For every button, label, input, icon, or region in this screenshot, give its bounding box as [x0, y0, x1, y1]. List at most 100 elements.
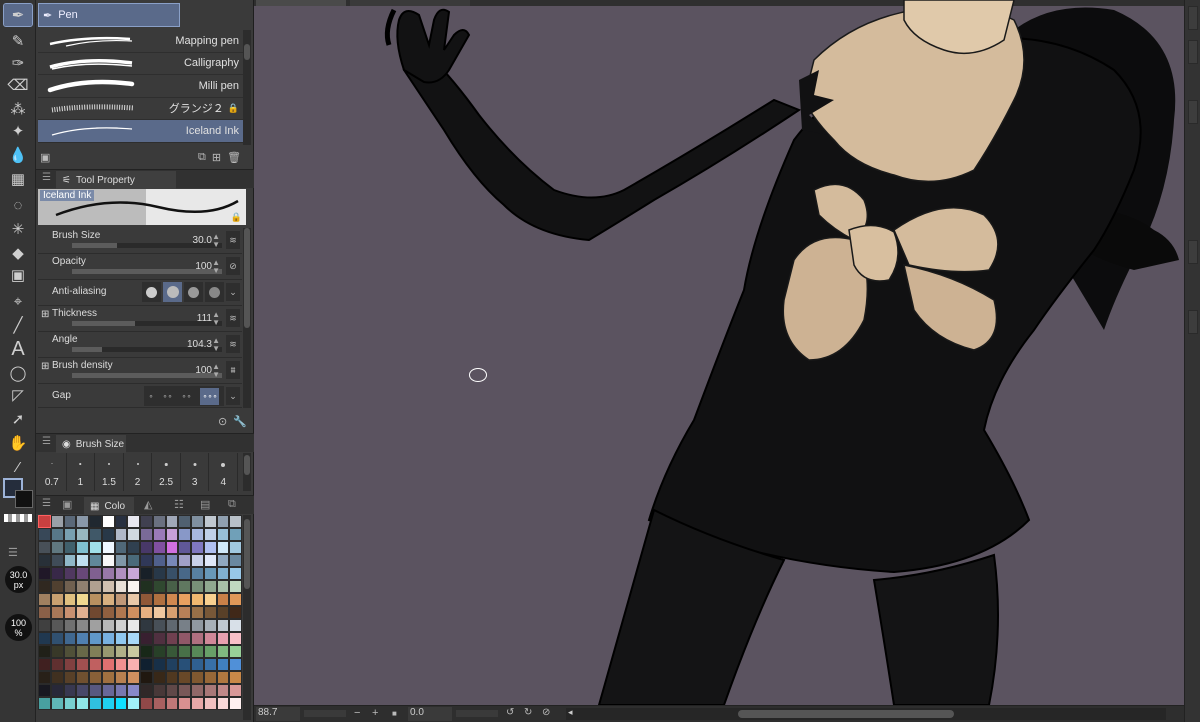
- dynamics-button[interactable]: ≋: [226, 309, 240, 327]
- brush-size-preset[interactable]: 1.5: [95, 453, 124, 491]
- color-swatch[interactable]: [152, 632, 166, 645]
- color-swatch[interactable]: [63, 606, 77, 619]
- color-swatch[interactable]: [114, 658, 128, 671]
- color-swatch[interactable]: [50, 606, 64, 619]
- color-swatch[interactable]: [127, 632, 140, 645]
- subtool-group-header[interactable]: ✒ Pen: [38, 3, 180, 27]
- decoration-tool-icon[interactable]: ⁂: [4, 98, 32, 120]
- color-swatch[interactable]: [165, 619, 179, 632]
- rotation-slider[interactable]: [456, 710, 498, 717]
- zoom-out-icon[interactable]: −: [354, 707, 360, 719]
- color-swatch[interactable]: [178, 645, 191, 658]
- scrollbar-thumb[interactable]: [738, 710, 954, 718]
- color-swatch[interactable]: [127, 684, 140, 697]
- subtool-item[interactable]: Calligraphy: [38, 53, 243, 75]
- color-swatch[interactable]: [165, 593, 179, 606]
- color-swatch[interactable]: [178, 632, 191, 645]
- subtool-item[interactable]: Milli pen: [38, 75, 243, 98]
- color-swatch[interactable]: [127, 658, 140, 671]
- color-swatch[interactable]: [229, 554, 242, 567]
- color-swatch[interactable]: [229, 528, 242, 541]
- color-swatch[interactable]: [229, 515, 242, 528]
- approximate-color-tab-icon[interactable]: ☷: [174, 498, 184, 511]
- color-swatch[interactable]: [50, 671, 64, 684]
- color-swatch[interactable]: [191, 671, 204, 684]
- color-swatch[interactable]: [140, 671, 153, 684]
- color-swatch[interactable]: [191, 684, 204, 697]
- color-swatch[interactable]: [127, 580, 140, 593]
- color-swatch[interactable]: [178, 554, 191, 567]
- reset-rotation-icon[interactable]: ⊘: [542, 707, 550, 718]
- intermediate-color-tab-icon[interactable]: ◭: [144, 498, 152, 511]
- color-swatch[interactable]: [89, 554, 102, 567]
- panel-collapse-icon[interactable]: [1188, 310, 1198, 334]
- color-swatch[interactable]: [63, 528, 77, 541]
- color-swatch[interactable]: [229, 567, 242, 580]
- panel-menu-icon[interactable]: ☰: [42, 436, 51, 447]
- color-swatch[interactable]: [191, 593, 204, 606]
- color-swatch[interactable]: [50, 684, 64, 697]
- panel-collapse-icon[interactable]: [1188, 6, 1198, 30]
- blend-tool-icon[interactable]: 💧: [4, 144, 32, 166]
- gradient-tool-icon[interactable]: ▣: [4, 264, 32, 286]
- color-swatch[interactable]: [216, 554, 230, 567]
- color-swatch[interactable]: [76, 541, 89, 554]
- spinner-icon[interactable]: ▲ ▼: [212, 259, 220, 275]
- color-swatch[interactable]: [140, 619, 153, 632]
- color-swatch[interactable]: [89, 619, 102, 632]
- color-swatch[interactable]: [114, 632, 128, 645]
- color-swatch[interactable]: [229, 619, 242, 632]
- brush-size-preset[interactable]: 2: [124, 453, 153, 491]
- color-swatch[interactable]: [191, 528, 204, 541]
- color-swatch[interactable]: [101, 580, 115, 593]
- color-swatch[interactable]: [63, 697, 77, 710]
- color-swatch[interactable]: [178, 593, 191, 606]
- dynamics-button[interactable]: ⊘: [226, 257, 240, 275]
- color-swatch[interactable]: [191, 567, 204, 580]
- brush-size-preset[interactable]: 0.7: [38, 453, 67, 491]
- color-swatch[interactable]: [89, 658, 102, 671]
- subtool-settings-icon[interactable]: ▣: [40, 151, 50, 164]
- zoom-slider[interactable]: [304, 710, 346, 717]
- spinner-icon[interactable]: ▲ ▼: [212, 337, 220, 353]
- color-swatch[interactable]: [89, 580, 102, 593]
- chevron-down-icon[interactable]: ⌄: [226, 387, 240, 405]
- color-swatch[interactable]: [38, 645, 51, 658]
- color-swatch[interactable]: [203, 593, 217, 606]
- color-swatch[interactable]: [216, 658, 230, 671]
- color-swatch[interactable]: [50, 619, 64, 632]
- color-swatch[interactable]: [203, 528, 217, 541]
- color-swatch[interactable]: [101, 515, 115, 528]
- color-swatch[interactable]: [89, 593, 102, 606]
- color-swatch[interactable]: [178, 528, 191, 541]
- opacity-value[interactable]: 100: [195, 261, 212, 272]
- stop-icon[interactable]: ■: [392, 709, 397, 718]
- color-swatch[interactable]: [76, 632, 89, 645]
- gap-options[interactable]: ∘ ∘∘ ∘∘ ∘∘∘: [144, 386, 224, 406]
- lasso-tool-icon[interactable]: ◌: [4, 194, 32, 216]
- color-swatch[interactable]: [101, 541, 115, 554]
- duplicate-subtool-icon[interactable]: ⧉: [198, 151, 206, 164]
- canvas-area[interactable]: [254, 0, 1184, 705]
- brush-size-preset[interactable]: 3: [181, 453, 210, 491]
- color-swatch[interactable]: [216, 645, 230, 658]
- color-swatch[interactable]: [38, 554, 51, 567]
- color-swatch[interactable]: [89, 567, 102, 580]
- color-swatch[interactable]: [178, 515, 191, 528]
- line-tool-icon[interactable]: ╱: [4, 314, 32, 336]
- color-swatch[interactable]: [140, 593, 153, 606]
- color-swatch[interactable]: [127, 697, 140, 710]
- color-swatch[interactable]: [216, 515, 230, 528]
- color-swatch[interactable]: [89, 632, 102, 645]
- color-swatch[interactable]: [50, 528, 64, 541]
- color-swatch[interactable]: [152, 671, 166, 684]
- color-swatch[interactable]: [152, 645, 166, 658]
- color-swatch[interactable]: [63, 541, 77, 554]
- color-swatch[interactable]: [127, 554, 140, 567]
- color-swatch[interactable]: [229, 606, 242, 619]
- color-swatch[interactable]: [165, 580, 179, 593]
- brush-size-preset[interactable]: 4: [209, 453, 239, 491]
- color-swatch[interactable]: [38, 671, 51, 684]
- color-swatch[interactable]: [203, 632, 217, 645]
- color-swatch[interactable]: [50, 645, 64, 658]
